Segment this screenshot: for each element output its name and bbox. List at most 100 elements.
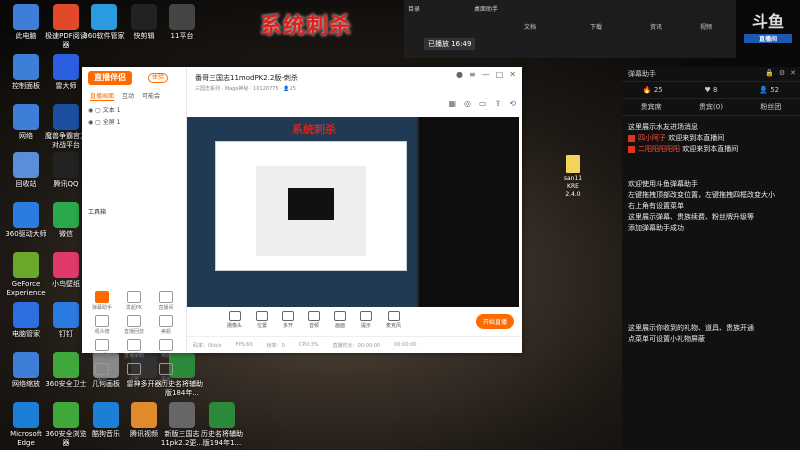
view-count: 25 bbox=[289, 86, 296, 92]
user-level-icon bbox=[628, 145, 635, 153]
close-icon[interactable]: ✕ bbox=[790, 69, 796, 77]
source-item[interactable]: ◉ ▢ 文本 1 bbox=[88, 105, 120, 114]
desktop-icon[interactable]: 360安全浏览器 bbox=[44, 402, 88, 448]
desktop-icon[interactable]: 360软件管家 bbox=[82, 4, 126, 41]
info-message: 添加弹幕助手成功 bbox=[628, 224, 684, 232]
tool-icon bbox=[95, 315, 109, 327]
tool-item[interactable]: 观众榜 bbox=[86, 315, 118, 335]
stream-overlay-title: 系统刺杀 bbox=[260, 14, 353, 39]
top-tab[interactable]: 文档 bbox=[524, 22, 536, 31]
stream-title: 番哥三国志11modPK2.2版-刺杀 bbox=[195, 74, 298, 82]
source-item[interactable]: ◉ ▢ 全屏 1 bbox=[88, 117, 120, 126]
bottom-tool[interactable]: 音频 bbox=[308, 310, 321, 332]
tools-heading: 工具箱 bbox=[88, 209, 107, 216]
desktop-icon[interactable]: 历史名将辅助版194年1... bbox=[200, 402, 244, 448]
menu-icon[interactable]: ≡ bbox=[469, 70, 476, 79]
bottom-tool-icon bbox=[308, 311, 321, 321]
playback-label: 已播放 16:49 bbox=[424, 38, 476, 50]
desktop-icon[interactable]: 此电脑 bbox=[4, 4, 48, 41]
top-tab[interactable]: 下载 bbox=[590, 22, 602, 31]
maximize-icon[interactable]: □ bbox=[496, 70, 504, 79]
bottom-tool[interactable]: 摄像头 bbox=[227, 310, 242, 332]
desktop-icon-label: 极速PDF阅读器 bbox=[45, 32, 87, 49]
top-tab[interactable]: 目录 bbox=[408, 4, 420, 13]
panel-stats: 🔥 25 ♥ 8 👤 52 bbox=[622, 82, 800, 98]
window-controls: ● ≡ — □ ✕ bbox=[456, 70, 516, 79]
bottom-tool[interactable]: 画面 bbox=[334, 310, 347, 332]
desktop-icon[interactable]: 11平台 bbox=[160, 4, 204, 41]
desktop-icon[interactable]: 360安全卫士 bbox=[44, 352, 88, 389]
user-name[interactable]: 四小阿子 bbox=[638, 134, 666, 142]
bottom-tool[interactable]: 提示 bbox=[360, 310, 373, 332]
desktop-icon[interactable]: 控制面板 bbox=[4, 54, 48, 91]
tab-fans[interactable]: 粉丝团 bbox=[760, 99, 781, 115]
tool-item[interactable]: 语音 bbox=[86, 363, 118, 383]
source-tabs: 直播画面 互动 可能会 bbox=[90, 91, 160, 101]
tool-item[interactable]: 特效 bbox=[150, 339, 182, 359]
desktop-icon[interactable]: 新版三国志11pk2.2更... bbox=[160, 402, 204, 448]
tool-icon bbox=[159, 363, 173, 375]
tab-vip[interactable]: 贵宾席 bbox=[641, 99, 662, 115]
minimize-icon[interactable]: — bbox=[482, 70, 490, 79]
tab-interact[interactable]: 互动 bbox=[122, 91, 134, 101]
bottom-tool[interactable]: 麦克风 bbox=[386, 310, 401, 332]
desktop-icon[interactable]: 网络缩放 bbox=[4, 352, 48, 389]
entry-message: 二阳阳阳阳阳 欢迎来到本直播间 bbox=[622, 144, 800, 155]
tool-item[interactable]: 发起PK bbox=[118, 291, 150, 311]
stream-preview[interactable]: 系统刺杀 bbox=[187, 117, 519, 307]
tool-item[interactable]: 更多 bbox=[150, 363, 182, 383]
desktop-icon-label: 新版三国志11pk2.2更... bbox=[160, 430, 204, 447]
tool-item[interactable]: 直播回放 bbox=[118, 315, 150, 335]
stat-hot: 🔥 25 bbox=[642, 86, 663, 94]
desktop-icon-label: 360驱动大师 bbox=[5, 230, 47, 238]
user-name[interactable]: 二阳阳阳阳阳 bbox=[638, 145, 680, 153]
top-tab[interactable]: 视频 bbox=[700, 22, 712, 31]
desktop-icon-label: 雷大师 bbox=[55, 82, 77, 90]
tool-label: 更多 bbox=[160, 377, 171, 383]
tool-item[interactable]: 美颜 bbox=[150, 315, 182, 335]
share-icon[interactable]: ⇪ bbox=[495, 99, 502, 108]
tool-label: 发起PK bbox=[125, 305, 143, 311]
tool-icon bbox=[127, 339, 141, 351]
start-live-button[interactable]: 开始直播 bbox=[475, 314, 514, 329]
close-icon[interactable]: ✕ bbox=[509, 70, 516, 79]
bottom-tool[interactable]: 位置 bbox=[256, 310, 269, 332]
app-icon bbox=[13, 302, 39, 328]
avatar-icon[interactable]: ● bbox=[456, 70, 463, 79]
screen-icon[interactable]: ▭ bbox=[479, 99, 487, 108]
bottom-tool[interactable]: 多开 bbox=[282, 310, 295, 332]
camera-icon[interactable]: ◎ bbox=[464, 99, 471, 108]
tool-item[interactable]: 直播录制 bbox=[118, 339, 150, 359]
layout-icon[interactable]: ▦ bbox=[448, 99, 456, 108]
tool-item[interactable]: 直播间 bbox=[150, 291, 182, 311]
desktop-icon[interactable]: 回收站 bbox=[4, 152, 48, 189]
top-tab[interactable]: 桌面助手 bbox=[474, 4, 498, 13]
entry-message: 这里展示水友进场消息 bbox=[622, 122, 800, 133]
app-icon bbox=[13, 202, 39, 228]
settings-icon[interactable]: ⚙ bbox=[779, 69, 785, 77]
status-bar: 码率：0kb/s FPS:60 帧率：0 CPU:3% 直播时长：00:00:00 00:… bbox=[187, 336, 522, 353]
scene-controls: ▦ ◎ ▭ ⇪ ⟲ bbox=[448, 99, 516, 108]
bottom-tool-label: 位置 bbox=[257, 323, 268, 329]
top-tab[interactable]: 资讯 bbox=[650, 22, 662, 31]
panel-message-list: 欢迎使用斗鱼弹幕助手 左键拖拽顶部改变位置，左键拖拽四框改变大小 右上角有设置菜单这… bbox=[622, 179, 800, 234]
desktop-icon[interactable]: Microsoft Edge bbox=[4, 402, 48, 448]
desktop-icon[interactable]: GeForce Experience bbox=[4, 252, 48, 298]
desktop-icon[interactable]: 电脑管家 bbox=[4, 302, 48, 339]
desktop-file-icon[interactable]: san11 KRE 2.4.0 bbox=[560, 155, 586, 199]
tool-item[interactable]: 切换设备 bbox=[86, 339, 118, 359]
tab-guest[interactable]: 贵宾(0) bbox=[699, 99, 723, 115]
tool-item[interactable]: 设置 bbox=[118, 363, 150, 383]
app-icon bbox=[13, 152, 39, 178]
desktop-icon[interactable]: 网络 bbox=[4, 104, 48, 141]
folder-icon bbox=[566, 155, 580, 173]
app-icon bbox=[13, 252, 39, 278]
lock-icon[interactable]: 🔒 bbox=[765, 69, 774, 77]
tab-other[interactable]: 可能会 bbox=[142, 91, 160, 101]
refresh-icon[interactable]: ⟲ bbox=[509, 99, 516, 108]
tool-label: 语音 bbox=[96, 377, 107, 383]
tab-stream-scene[interactable]: 直播画面 bbox=[90, 91, 115, 101]
desktop-icon[interactable]: 360驱动大师 bbox=[4, 202, 48, 239]
stat-viewers: 👤 52 bbox=[759, 86, 780, 94]
tool-item[interactable]: 弹幕助手 bbox=[86, 291, 118, 311]
